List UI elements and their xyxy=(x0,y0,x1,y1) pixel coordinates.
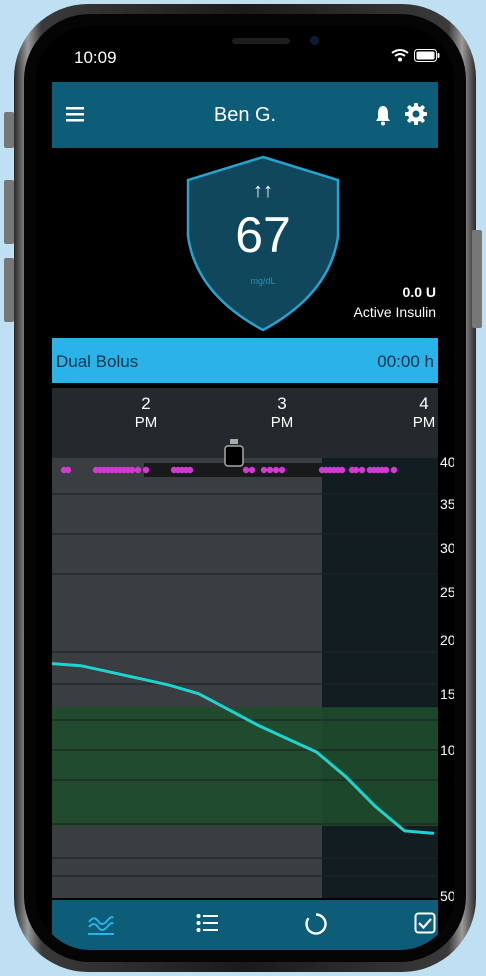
time-tick-3pm: 3 PM xyxy=(264,394,300,432)
wifi-icon xyxy=(391,49,409,62)
bolus-duration: 00:00 h xyxy=(377,352,434,371)
graph-icon[interactable] xyxy=(88,912,114,936)
status-bar: 10:09 xyxy=(36,26,454,82)
event-dot xyxy=(272,466,280,474)
y-tick-label: 50 xyxy=(440,888,454,904)
glucose-unit: mg/dL xyxy=(250,276,276,286)
checklist-icon[interactable] xyxy=(414,912,436,934)
event-dot xyxy=(134,466,142,474)
volume-up-button xyxy=(4,180,14,244)
y-tick-label: 100 xyxy=(440,742,454,758)
trend-arrows: ↑↑ xyxy=(253,180,273,202)
y-tick-label: 350 xyxy=(440,496,454,512)
timeline-strip xyxy=(52,388,438,458)
time-tick-hour: 3 xyxy=(277,394,287,413)
time-tick-4pm: 4 PM xyxy=(406,394,442,432)
y-tick-label: 400 xyxy=(440,454,454,470)
event-dot xyxy=(260,466,268,474)
status-time: 10:09 xyxy=(74,48,117,67)
tab-bar xyxy=(52,900,438,950)
glucose-value: 67 xyxy=(235,207,291,263)
target-range-band xyxy=(52,707,438,826)
event-dot xyxy=(64,466,72,474)
event-dot xyxy=(266,466,274,474)
y-tick-label: 200 xyxy=(440,632,454,648)
y-tick-label: 300 xyxy=(440,540,454,556)
status-icons xyxy=(391,48,440,62)
front-camera xyxy=(310,36,319,45)
chart-canvas xyxy=(52,388,438,898)
time-tick-ampm: PM xyxy=(412,414,436,431)
gear-icon[interactable] xyxy=(404,102,428,126)
event-dot xyxy=(278,466,286,474)
bolus-name: Dual Bolus xyxy=(56,352,139,371)
power-button xyxy=(472,230,482,328)
y-tick-label: 250 xyxy=(440,584,454,600)
event-dot xyxy=(128,466,136,474)
status-ring-icon[interactable] xyxy=(304,912,328,936)
mute-switch xyxy=(4,112,14,148)
bolus-bar[interactable]: Dual Bolus 00:00 h xyxy=(52,338,438,383)
active-insulin-value: 0.0 U xyxy=(402,284,436,300)
bell-icon[interactable] xyxy=(374,104,392,126)
event-dot xyxy=(390,466,398,474)
glucose-chart[interactable]: 2 PM 3 PM 4 PM 400 350 300 250 200 150 1… xyxy=(52,388,454,904)
event-dot xyxy=(382,466,390,474)
y-tick-label: 150 xyxy=(440,686,454,702)
event-dot xyxy=(352,466,360,474)
volume-down-button xyxy=(4,258,14,322)
battery-icon xyxy=(414,48,440,62)
time-tick-hour: 4 xyxy=(419,394,429,413)
time-tick-ampm: PM xyxy=(134,414,158,431)
event-dot xyxy=(242,466,250,474)
app-header: Ben G. xyxy=(52,82,438,148)
earpiece-speaker xyxy=(232,38,290,44)
screen: 10:09 Ben G. ↑↑ 67 mg/dL 0.0 U Active In… xyxy=(36,26,454,950)
active-insulin-label: Active Insulin xyxy=(353,304,436,320)
event-dot xyxy=(338,466,346,474)
list-icon[interactable] xyxy=(196,912,218,934)
event-dot xyxy=(186,466,194,474)
time-tick-hour: 2 xyxy=(141,394,151,413)
time-tick-2pm: 2 PM xyxy=(128,394,164,432)
event-dot xyxy=(142,466,150,474)
time-tick-ampm: PM xyxy=(270,414,294,431)
event-dot xyxy=(248,466,256,474)
event-dot xyxy=(358,466,366,474)
